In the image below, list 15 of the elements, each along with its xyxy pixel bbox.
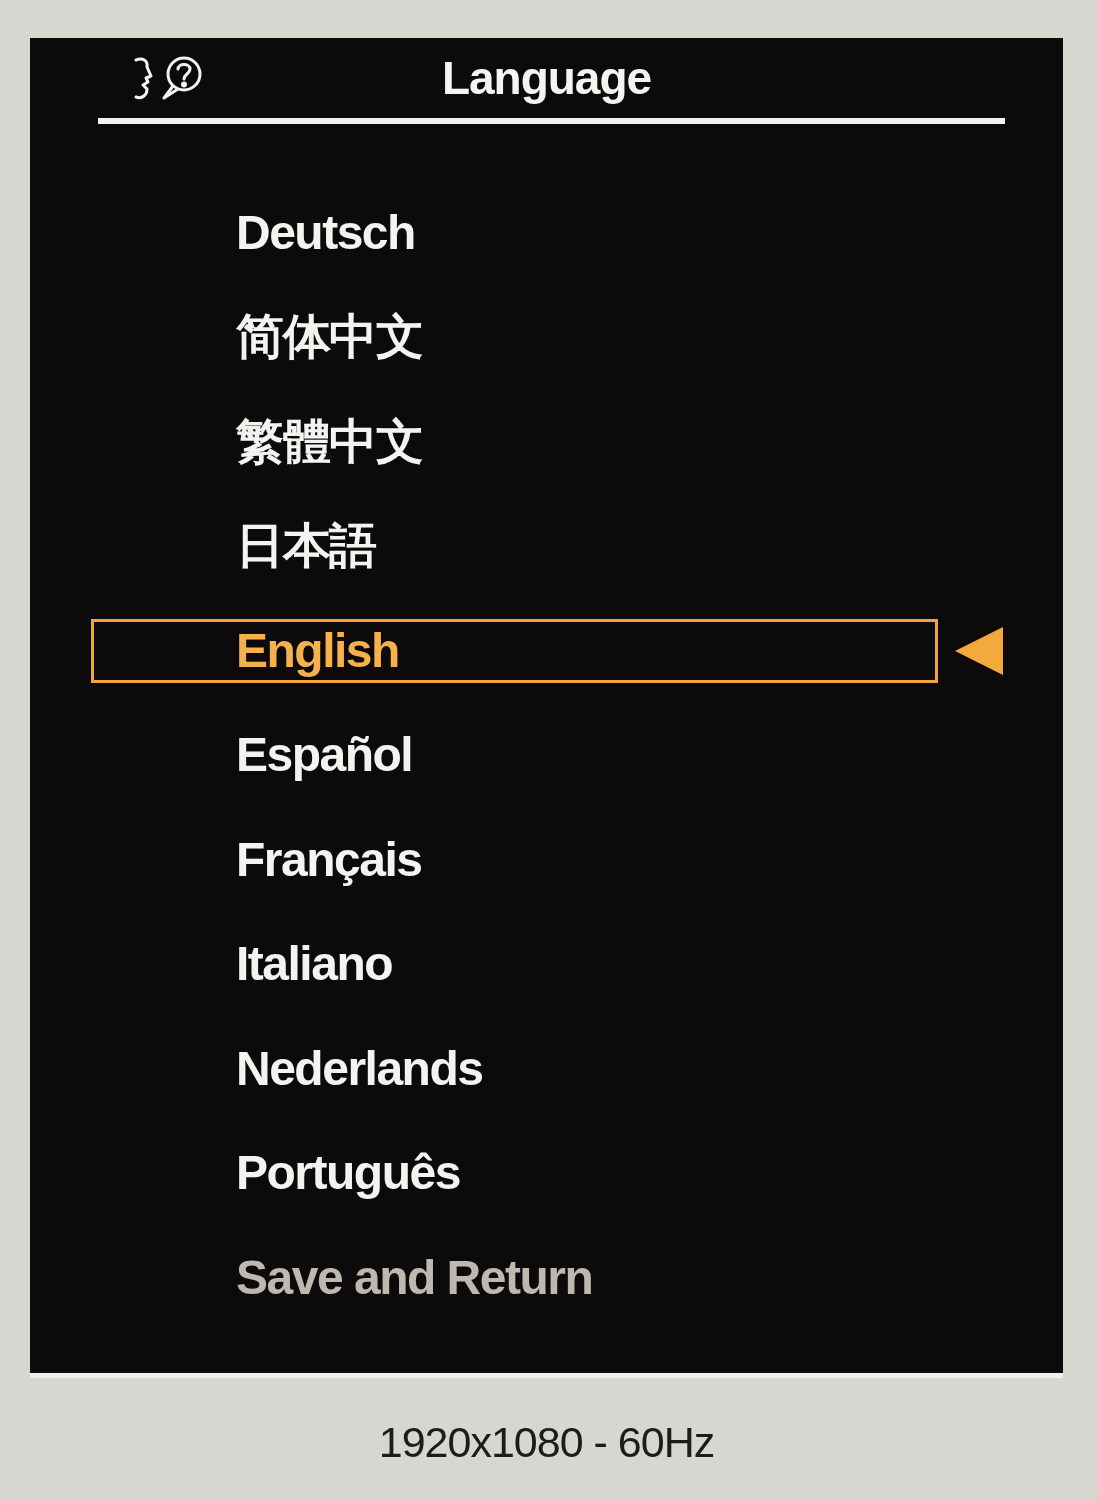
menu-title: Language [441,52,652,104]
menu-item[interactable]: 日本語 [236,520,376,573]
menu-item[interactable]: Italiano [236,938,393,991]
menu-item[interactable]: English [91,619,938,683]
menu-item[interactable]: Português [236,1147,460,1200]
menu-item[interactable]: Deutsch [236,206,415,260]
menu-item[interactable]: 简体中文 [236,311,422,364]
menu-item[interactable]: 繁體中文 [236,415,422,469]
menu-item[interactable]: Français [236,833,422,887]
resolution-status: 1920x1080 - 60Hz [378,1419,715,1467]
menu-item[interactable]: Nederlands [236,1042,483,1096]
selection-arrow-icon [955,627,1003,675]
menu-item[interactable]: Español [236,729,413,782]
menu-item[interactable]: Save and Return [236,1251,593,1305]
help-speech-icon [133,55,203,101]
